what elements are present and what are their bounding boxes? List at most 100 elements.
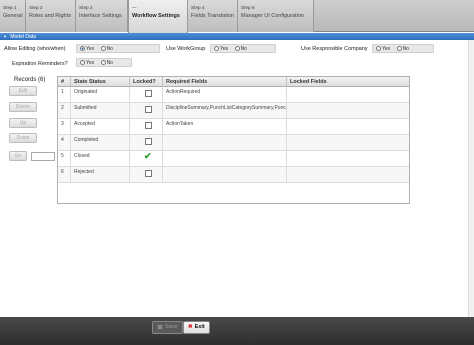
use-responsible-company-radio-group: Yes No — [372, 44, 434, 53]
tab-step-label: Step 1 — [3, 5, 17, 10]
locked-check-icon[interactable]: ✔ — [144, 151, 152, 162]
state-status-cell: Submitted — [71, 103, 130, 119]
required-fields-cell — [163, 167, 287, 183]
exit-label: Exit — [194, 324, 205, 330]
locked-checkbox[interactable] — [145, 106, 152, 113]
go-button[interactable]: Go — [9, 151, 27, 161]
locked-cell — [130, 167, 163, 183]
column-header-locked-fields[interactable]: Locked Fields — [287, 77, 409, 87]
required-fields-cell: DisciplineSummary,PunchListCategorySumma… — [163, 103, 287, 119]
column-header-locked[interactable]: Locked? — [130, 77, 163, 87]
tab-fields-translation[interactable]: Step 4 Fields Translation — [188, 0, 238, 32]
row-number-cell: 6 — [58, 167, 71, 183]
locked-fields-cell — [287, 103, 409, 119]
locked-checkbox[interactable] — [145, 90, 152, 97]
save-button[interactable]: Save — [152, 321, 183, 334]
locked-cell — [130, 87, 163, 103]
tab-manager-ui-configuration[interactable]: Step 5 Manager UI Configuration — [238, 0, 314, 32]
locked-checkbox[interactable] — [145, 170, 152, 177]
row-number-cell: 5 — [58, 151, 71, 167]
move-up-button[interactable]: Up — [9, 118, 37, 128]
use-responsible-company-yes-option[interactable]: Yes — [376, 46, 390, 52]
model-data-header[interactable]: ▼ Model Data — [0, 33, 474, 40]
required-fields-cell: ActionRequired — [163, 87, 287, 103]
use-workgroup-radio-group: Yes No — [210, 44, 276, 53]
option-label: No — [240, 46, 247, 52]
required-fields-cell — [163, 135, 287, 151]
row-number-cell: 4 — [58, 135, 71, 151]
use-workgroup-no-option[interactable]: No — [234, 46, 247, 52]
locked-checkbox[interactable] — [145, 122, 152, 129]
allow-editing-yes-option[interactable]: Yes — [80, 46, 94, 52]
vertical-scrollbar[interactable] — [468, 40, 474, 317]
radio-icon — [80, 60, 85, 66]
locked-cell — [130, 103, 163, 119]
use-responsible-company-no-option[interactable]: No — [396, 46, 409, 52]
expiration-reminders-radio-group: Yes No — [76, 58, 132, 67]
locked-fields-cell — [287, 167, 409, 183]
column-header-required-fields[interactable]: Required Fields — [163, 77, 287, 87]
row-number-cell: 3 — [58, 119, 71, 135]
required-fields-cell: ActionTaken — [163, 119, 287, 135]
expiration-reminders-label: Expiration Reminders? — [12, 61, 68, 67]
save-disk-icon — [157, 323, 163, 330]
exit-button[interactable]: ✖ Exit — [183, 321, 210, 334]
table-header: # State Status Locked? Required Fields L… — [58, 77, 409, 87]
table-row[interactable]: 4 Completed — [58, 135, 409, 151]
footer-bar: Save ✖ Exit — [0, 317, 474, 345]
column-header-state-status[interactable]: State Status — [71, 77, 130, 87]
option-label: Yes — [220, 46, 229, 52]
option-label: No — [402, 46, 409, 52]
table-row[interactable]: 6 Rejected — [58, 167, 409, 183]
option-label: Yes — [86, 46, 95, 52]
state-status-cell: Accepted — [71, 119, 130, 135]
tab-roles-and-rights[interactable]: Step 2 Roles and Rights — [26, 0, 76, 32]
radio-icon — [376, 46, 381, 52]
panel-title: Model Data — [10, 34, 36, 40]
tab-interface-settings[interactable]: Step 3 Interface Settings — [76, 0, 128, 32]
table-row[interactable]: 5 Closed ✔ — [58, 151, 409, 167]
edit-button[interactable]: Edit — [9, 86, 37, 96]
locked-cell — [130, 135, 163, 151]
table-row[interactable]: 3 Accepted ActionTaken — [58, 119, 409, 135]
radio-icon — [100, 60, 106, 66]
state-status-cell: Rejected — [71, 167, 130, 183]
column-header-number[interactable]: # — [58, 77, 71, 87]
option-label: Yes — [86, 60, 95, 66]
option-label: No — [106, 46, 113, 52]
state-status-cell: Closed — [71, 151, 130, 167]
radio-selected-icon — [80, 46, 85, 52]
option-label: No — [106, 60, 113, 66]
use-workgroup-label: Use WorkGroup — [166, 46, 206, 52]
tab-name: General — [3, 13, 23, 19]
save-label: Save — [165, 324, 178, 330]
radio-icon — [234, 46, 240, 52]
locked-checkbox[interactable] — [145, 138, 152, 145]
tab-step-label: Step 4 — [191, 5, 205, 10]
tab-name: Interface Settings — [79, 13, 122, 19]
collapse-arrow-icon[interactable]: ▼ — [3, 34, 7, 39]
locked-fields-cell — [287, 135, 409, 151]
use-workgroup-yes-option[interactable]: Yes — [214, 46, 228, 52]
move-down-button[interactable]: Down — [9, 133, 37, 143]
state-status-cell: Completed — [71, 135, 130, 151]
delete-button[interactable]: Delete — [9, 102, 37, 112]
tab-name: Manager UI Configuration — [241, 13, 304, 19]
row-number-cell: 2 — [58, 103, 71, 119]
expiration-reminders-no-option[interactable]: No — [100, 60, 113, 66]
tab-step-label: Step 2 — [29, 5, 43, 10]
tab-general[interactable]: Step 1 General — [0, 0, 26, 32]
expiration-reminders-yes-option[interactable]: Yes — [80, 60, 94, 66]
table-row[interactable]: 1 Originated ActionRequired — [58, 87, 409, 103]
tab-name: Roles and Rights — [29, 13, 71, 19]
go-to-record-input[interactable] — [31, 152, 55, 161]
required-fields-cell — [163, 151, 287, 167]
table-row[interactable]: 2 Submitted DisciplineSummary,PunchListCat… — [58, 103, 409, 119]
allow-editing-label: Allow Editing (who/when) — [4, 46, 66, 52]
tab-name: Workflow Settings — [132, 13, 180, 19]
tab-step-label: Step 5 — [241, 5, 255, 10]
allow-editing-no-option[interactable]: No — [100, 46, 113, 52]
row-number-cell: 1 — [58, 87, 71, 103]
tab-workflow-settings[interactable]: — Workflow Settings — [128, 0, 188, 33]
tab-step-label: — — [132, 5, 137, 10]
